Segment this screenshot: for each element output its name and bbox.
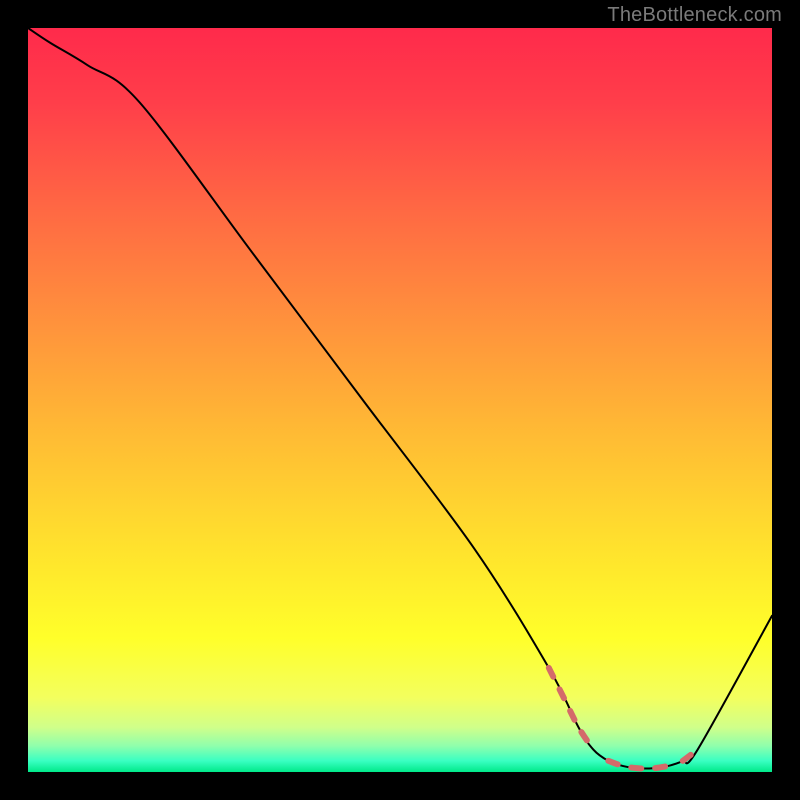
chart-frame: TheBottleneck.com <box>0 0 800 800</box>
bottleneck-chart <box>0 0 800 800</box>
chart-background <box>28 28 772 772</box>
